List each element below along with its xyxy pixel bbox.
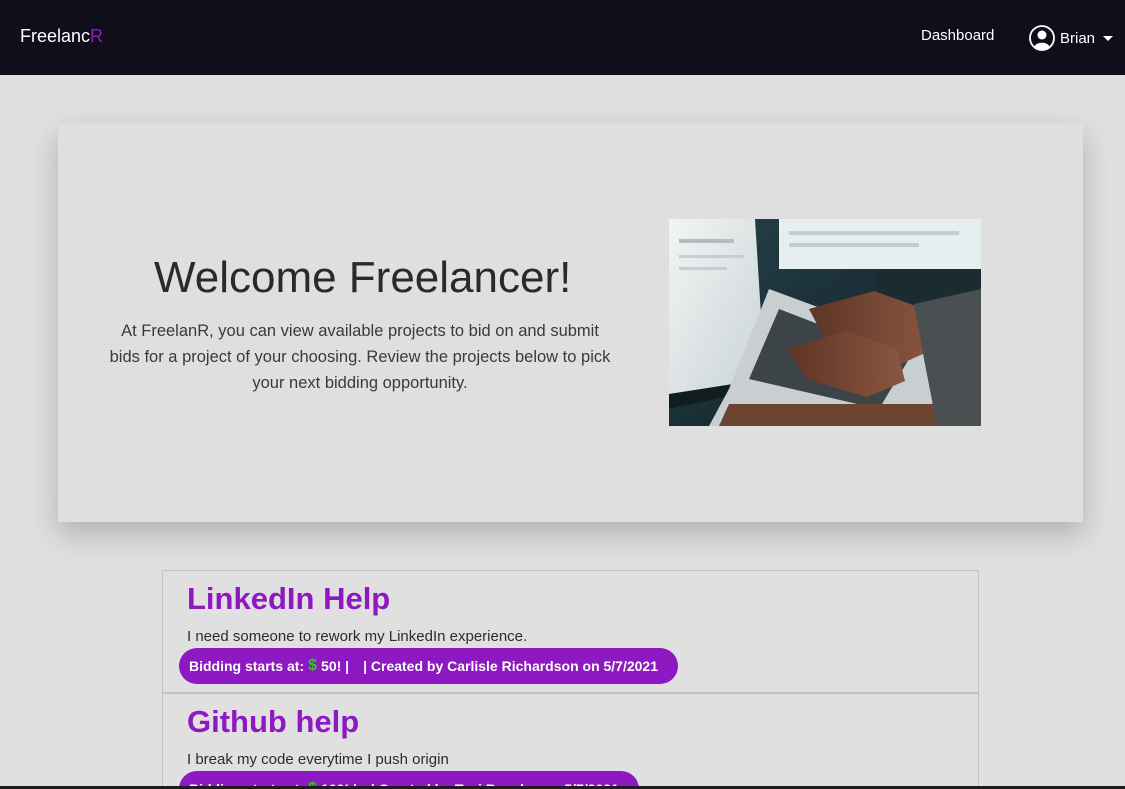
hero-description: At FreelanR, you can view available proj…: [109, 322, 611, 392]
project-created-info: | Created by Carlisle Richardson on 5/7/…: [363, 658, 659, 674]
bid-prefix: Bidding starts at:: [189, 658, 305, 674]
user-circle-icon: [1029, 25, 1055, 51]
dollar-icon: $: [308, 657, 318, 674]
navbar: FreelancR Dashboard Brian: [0, 0, 1125, 75]
user-name: Brian: [1060, 29, 1096, 47]
project-title[interactable]: LinkedIn Help: [187, 581, 390, 617]
project-bid-badge: Bidding starts at: $ 50! | | Created by …: [179, 648, 679, 684]
brand-logo[interactable]: FreelancR: [20, 26, 103, 47]
bid-amount: 50! |: [321, 658, 350, 674]
project-card[interactable]: Github help I break my code everytime I …: [162, 693, 979, 789]
caret-down-icon: [1103, 35, 1114, 41]
project-description: I need someone to rework my LinkedIn exp…: [187, 628, 528, 645]
brand-main: Freelanc: [20, 26, 91, 46]
nav-dashboard-link[interactable]: Dashboard: [921, 27, 994, 44]
hero-title: Welcome Freelancer!: [154, 253, 572, 302]
hero-laptop-image: [669, 219, 981, 426]
hero-jumbotron: Welcome Freelancer! At FreelanR, you can…: [58, 123, 1083, 522]
project-title[interactable]: Github help: [187, 704, 359, 740]
brand-accent: R: [90, 26, 104, 46]
project-card[interactable]: LinkedIn Help I need someone to rework m…: [162, 570, 979, 693]
user-menu-dropdown[interactable]: Brian: [1029, 24, 1114, 52]
project-description: I break my code everytime I push origin: [187, 751, 449, 768]
